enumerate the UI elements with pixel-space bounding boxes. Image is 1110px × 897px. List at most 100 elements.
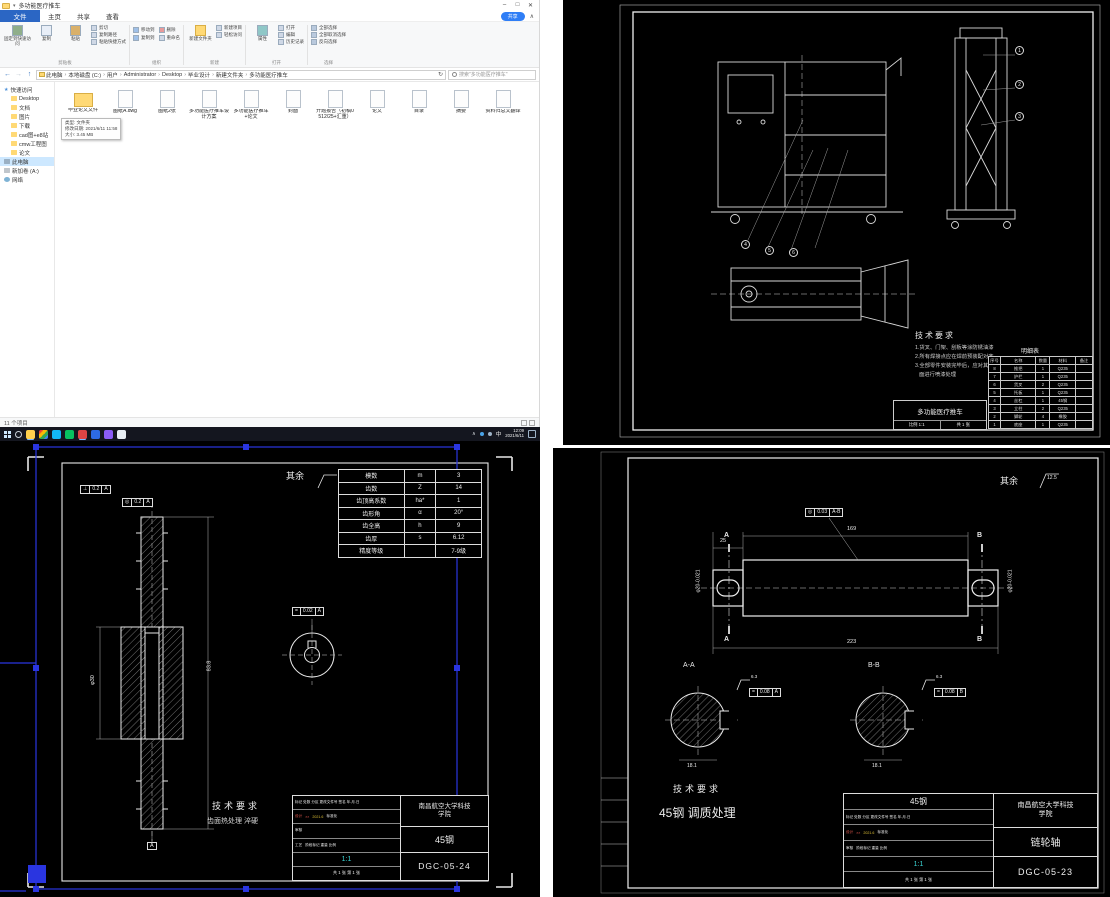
forward-button[interactable]	[14, 70, 23, 79]
easy-access-button[interactable]: 轻松访问	[216, 32, 242, 38]
geometric-tolerance-frame: ◎0.03A-B	[805, 508, 843, 517]
tab-home[interactable]: 主页	[40, 10, 69, 22]
taskbar-app-icon[interactable]	[104, 430, 113, 439]
delete-button[interactable]: 删除	[159, 27, 181, 33]
tab-file[interactable]: 文件	[0, 10, 40, 22]
screenshot-grid: ▾ 多功能医疗推车 – □ ✕ 文件 主页 共享 查看 共享 ∧ 固定到快速访问…	[0, 0, 1110, 897]
taskbar-app-wechat-icon[interactable]	[65, 430, 74, 439]
sidebar-item-drive-a[interactable]: 新加卷 (A:)	[0, 166, 54, 175]
sidebar-item-documents[interactable]: 文档	[0, 103, 54, 112]
material-label: 45钢	[844, 794, 993, 810]
file-item[interactable]: 目录	[399, 90, 439, 121]
properties-button[interactable]: 属性	[249, 23, 276, 42]
sidebar-item-network[interactable]: 网络	[0, 175, 54, 184]
breadcrumb-item[interactable]: 新建文件夹	[216, 71, 244, 79]
close-button[interactable]: ✕	[524, 2, 537, 9]
notification-icon[interactable]	[528, 430, 536, 438]
breadcrumb-item[interactable]: 本地磁盘 (C:)	[68, 71, 101, 79]
quick-access-toolbar-icon[interactable]: ▾	[13, 3, 16, 9]
taskbar-clock[interactable]: 12:09 2021/6/11	[505, 429, 524, 439]
sidebar-item-downloads[interactable]: 下载	[0, 121, 54, 130]
paste-shortcut-button[interactable]: 粘贴快捷方式	[91, 39, 126, 45]
sidebar-item-thesis[interactable]: 论文	[0, 148, 54, 157]
breadcrumb-item[interactable]: 毕业设计	[188, 71, 210, 79]
sidebar-item-pictures[interactable]: 图片	[0, 112, 54, 121]
breadcrumb-item[interactable]: 此电脑	[46, 71, 63, 79]
copy-to-button[interactable]: 复制到	[133, 35, 155, 41]
back-button[interactable]	[3, 70, 12, 79]
taskbar-search-icon[interactable]	[15, 431, 22, 438]
new-item-button[interactable]: 新建项目	[216, 25, 242, 31]
share-badge[interactable]: 共享	[501, 12, 525, 21]
section-letter: B	[977, 532, 982, 539]
tray-icon[interactable]	[480, 432, 484, 436]
minimize-button[interactable]: –	[498, 2, 511, 9]
tray-expand-icon[interactable]: ∧	[472, 431, 476, 437]
button-label: 复制	[42, 37, 51, 42]
tab-share[interactable]: 共享	[69, 10, 98, 22]
taskbar-app-icon[interactable]	[91, 430, 100, 439]
file-item[interactable]: 图纸2张	[147, 90, 187, 121]
button-label: 复制路径	[99, 32, 117, 38]
button-label: 新建文件夹	[189, 37, 212, 42]
breadcrumb-item[interactable]: 用户	[107, 71, 118, 79]
file-item[interactable]: 论文	[357, 90, 397, 121]
file-item[interactable]: 多功能医疗推车+论文	[231, 90, 271, 121]
select-none-button[interactable]: 全部取消选择	[311, 32, 346, 38]
taskbar-app-icon[interactable]	[117, 430, 126, 439]
new-folder-button[interactable]: 新建文件夹	[187, 23, 214, 42]
file-name: 论文	[372, 109, 382, 115]
file-item[interactable]: 开题报告（初稿0512/25+汇重）	[315, 90, 355, 121]
ime-indicator[interactable]: 中	[496, 430, 502, 438]
select-all-button[interactable]: 全部选择	[311, 25, 346, 31]
history-button[interactable]: 历史记录	[278, 39, 304, 45]
ribbon-collapse-icon[interactable]: ∧	[525, 13, 539, 20]
search-box[interactable]: 搜索"多功能医疗推车"	[448, 70, 536, 80]
move-to-button[interactable]: 移动到	[133, 27, 155, 33]
file-item[interactable]: 资料归总文翻译	[483, 90, 523, 121]
file-item[interactable]: 多功能医疗推车设计方案	[189, 90, 229, 121]
file-item[interactable]: 封面	[273, 90, 313, 121]
sidebar-item-cad[interactable]: cad图+e8站	[0, 130, 54, 139]
breadcrumb-item[interactable]: Desktop	[162, 72, 182, 78]
sidebar-item-cmw[interactable]: cmw工程图	[0, 139, 54, 148]
taskbar-app-cad-icon[interactable]	[78, 430, 87, 439]
pin-to-quick-access-button[interactable]: 固定到快速访问	[4, 23, 31, 46]
button-label: 新建项目	[224, 25, 242, 31]
paste-button[interactable]: 粘贴	[62, 23, 89, 42]
taskbar-app-explorer-icon[interactable]	[26, 430, 35, 439]
maximize-button[interactable]: □	[511, 2, 524, 9]
surface-value: 12.5	[1047, 475, 1057, 481]
file-item[interactable]: 图纸A.dwg	[105, 90, 145, 121]
breadcrumb-item[interactable]: Administrator	[124, 72, 156, 78]
cut-button[interactable]: 剪切	[91, 25, 126, 31]
rename-button[interactable]: 重命名	[159, 35, 181, 41]
refresh-icon[interactable]	[438, 71, 443, 78]
file-name: 目录	[414, 109, 424, 115]
balloon-callout: 4	[741, 240, 750, 249]
sidebar-item-quick-access[interactable]: 快速访问	[0, 85, 54, 94]
thumbnail-view-icon[interactable]	[529, 420, 535, 426]
file-list: 毕业论文文件 图纸A.dwg 图纸2张 多功能医疗推车设计方案 多功能医疗推车+…	[55, 82, 539, 417]
button-label: 删除	[167, 27, 176, 33]
breadcrumb-item[interactable]: 多功能医疗推车	[249, 71, 288, 79]
file-item[interactable]: 毕业论文文件	[63, 90, 103, 121]
taskbar-app-browser-icon[interactable]	[39, 430, 48, 439]
sidebar-item-desktop[interactable]: Desktop	[0, 94, 54, 103]
start-button[interactable]	[4, 431, 11, 438]
up-button[interactable]	[25, 70, 34, 79]
copy-button[interactable]: 复制	[33, 23, 60, 42]
tab-view[interactable]: 查看	[98, 10, 127, 22]
address-bar[interactable]: 此电脑 本地磁盘 (C:) 用户 Administrator Desktop 毕…	[36, 70, 446, 80]
taskbar-app-qq-icon[interactable]	[52, 430, 61, 439]
list-view-icon[interactable]	[521, 420, 527, 426]
title-block-row: 设计×× 2021.6标准化	[844, 825, 993, 841]
invert-selection-button[interactable]: 反向选择	[311, 39, 346, 45]
edit-button[interactable]: 编辑	[278, 32, 304, 38]
tray-icon[interactable]	[488, 432, 492, 436]
copy-path-button[interactable]: 复制路径	[91, 32, 126, 38]
file-item[interactable]: 摘要	[441, 90, 481, 121]
open-button[interactable]: 打开	[278, 25, 304, 31]
document-icon	[160, 90, 175, 108]
sidebar-item-this-pc[interactable]: 此电脑	[0, 157, 54, 166]
